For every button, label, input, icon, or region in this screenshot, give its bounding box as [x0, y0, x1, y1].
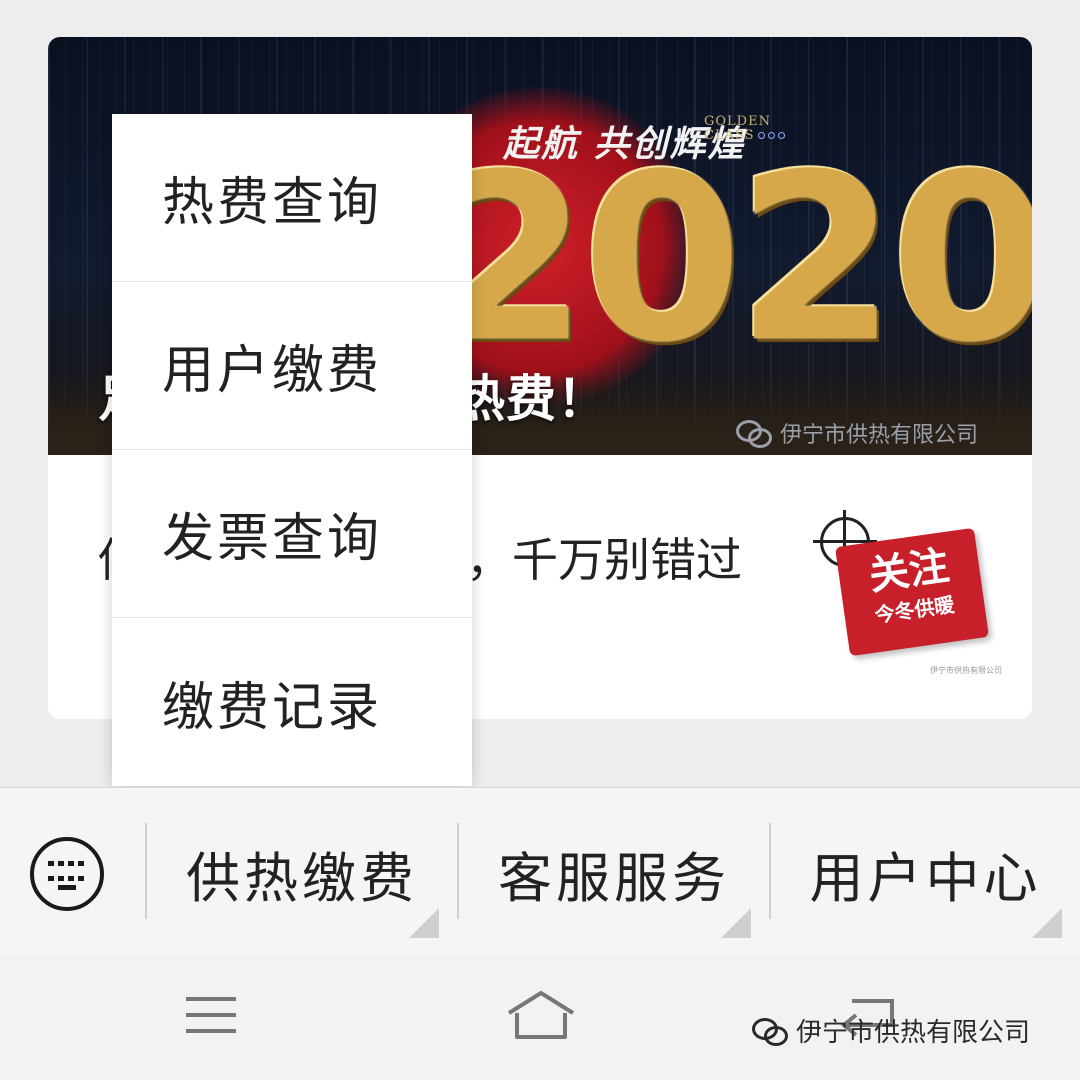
- submenu-indicator-icon: [1032, 908, 1062, 938]
- submenu-item-invoice-query[interactable]: 发票查询: [112, 450, 472, 618]
- submenu-popup: 热费查询 用户缴费 发票查询 缴费记录: [112, 114, 472, 786]
- submenu-indicator-icon: [409, 908, 439, 938]
- custom-menu-bar: 供热缴费 客服服务 用户中心: [0, 787, 1080, 958]
- footer-watermark: 伊宁市供热有限公司: [752, 1012, 1030, 1049]
- keyboard-icon[interactable]: [30, 837, 104, 911]
- article-thumbnail: 关注 今冬供暖 伊宁市供热有限公司: [813, 507, 1002, 677]
- menu-tab-heating-payment[interactable]: 供热缴费: [147, 788, 457, 958]
- follow-sticker: 关注 今冬供暖: [835, 527, 989, 657]
- submenu-item-payment-records[interactable]: 缴费记录: [112, 618, 472, 786]
- menu-tab-label: 供热缴费: [186, 846, 418, 910]
- banner-watermark: 伊宁市供热有限公司: [736, 417, 978, 449]
- system-navigation-bar: 伊宁市供热有限公司: [0, 957, 1080, 1080]
- menu-tab-user-center[interactable]: 用户中心: [771, 788, 1080, 958]
- submenu-item-user-payment[interactable]: 用户缴费: [112, 282, 472, 450]
- submenu-indicator-icon: [721, 908, 751, 938]
- menu-tab-label: 用户中心: [809, 846, 1042, 910]
- banner-year: 2020: [428, 126, 1032, 393]
- thumbnail-caption: 伊宁市供热有限公司: [930, 666, 1002, 675]
- menu-tab-label: 客服服务: [498, 846, 730, 910]
- wechat-icon: [736, 420, 772, 448]
- banner-watermark-text: 伊宁市供热有限公司: [780, 423, 979, 448]
- menu-icon[interactable]: [186, 997, 236, 1035]
- footer-watermark-text: 伊宁市供热有限公司: [796, 1018, 1031, 1048]
- menu-tab-customer-service[interactable]: 客服服务: [459, 788, 769, 958]
- home-icon[interactable]: [505, 989, 577, 1041]
- submenu-item-heat-fee-query[interactable]: 热费查询: [112, 114, 472, 282]
- wechat-icon: [752, 1017, 788, 1046]
